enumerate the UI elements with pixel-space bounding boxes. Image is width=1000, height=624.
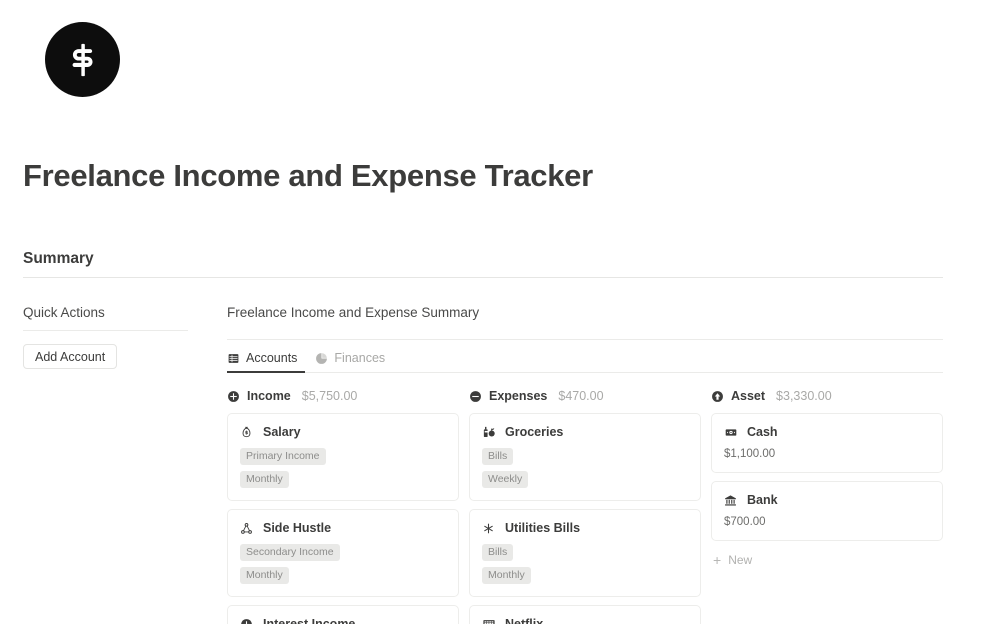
column-header: Expenses $470.00 [469,389,701,403]
plus-icon: + [713,552,722,568]
column-amount: $470.00 [558,389,604,403]
account-card[interactable]: Bank $700.00 [711,481,943,541]
column-amount: $5,750.00 [301,389,358,403]
account-card[interactable]: Groceries Bills Weekly [469,413,701,501]
tab-label: Accounts [246,351,298,365]
quick-actions-divider [23,330,188,331]
tag: Bills [482,544,514,561]
tag: Primary Income [240,448,326,465]
add-account-button[interactable]: Add Account [23,344,118,369]
tag: Bills [482,448,514,465]
bank-icon [724,494,739,507]
card-title-row: Cash [724,425,930,439]
card-title-row: Bank [724,493,930,507]
summary-heading: Summary [23,250,94,267]
dollar-circle-icon [45,22,120,97]
share-nodes-icon [240,522,255,535]
tag: Weekly [482,471,529,488]
tabs-rule [227,372,943,373]
card-title: Groceries [505,425,564,439]
card-title: Utilities Bills [505,521,581,535]
card-title-row: Netflix [482,617,688,624]
groceries-icon [482,425,497,439]
plus-circle-icon [227,390,240,403]
tv-icon [482,617,497,624]
card-title: Side Hustle [263,521,332,535]
card-title-row: Salary [240,425,446,439]
card-value: $700.00 [724,516,766,528]
column-asset: Asset $3,330.00 Cash $1,100.00 Bank $700.00 + N… [711,389,943,624]
account-card[interactable]: Side Hustle Secondary Income Monthly [227,509,459,597]
card-tags: Bills Weekly [482,448,688,488]
page-title: Freelance Income and Expense Tracker [23,158,593,193]
card-title: Salary [263,425,301,439]
account-columns: Income $5,750.00 Salary Primary Income Month… [227,373,943,624]
asterisk-icon [482,522,497,535]
app-page: Freelance Income and Expense Tracker Sum… [0,0,1000,624]
minus-circle-icon [469,390,482,403]
tab-finances[interactable]: Finances [315,351,385,373]
tag: Monthly [240,471,289,488]
tab-label: Finances [334,351,386,365]
card-title-row: Interest Income [240,617,446,624]
column-name: Asset [731,389,766,403]
board-title: Freelance Income and Expense Summary [227,305,480,320]
tab-accounts[interactable]: Accounts [227,351,297,373]
card-title: Cash [747,425,778,439]
card-tags: Bills Monthly [482,544,688,584]
card-value: $1,100.00 [724,448,776,460]
summary-divider [23,277,943,278]
table-icon [227,352,240,365]
column-name: Expenses [489,389,548,403]
money-bag-icon [240,425,255,439]
arrow-up-circle-icon [711,390,724,403]
column-header: Asset $3,330.00 [711,389,943,403]
tag: Secondary Income [240,544,340,561]
card-title-row: Utilities Bills [482,521,688,535]
column-amount: $3,330.00 [776,389,832,403]
card-title: Netflix [505,617,544,624]
card-tags: Primary Income Monthly [240,448,446,488]
card-title-row: Groceries [482,425,688,439]
board-tabs: Accounts Finances [227,340,943,373]
card-tags: Secondary Income Monthly [240,544,446,584]
account-card[interactable]: Utilities Bills Bills Monthly [469,509,701,597]
tag: Monthly [482,567,531,584]
card-title: Bank [747,493,778,507]
plus-circle-icon [240,618,255,624]
column-name: Income [247,389,291,403]
quick-actions-title: Quick Actions [23,305,105,320]
pie-chart-icon [315,352,328,365]
summary-board: Freelance Income and Expense Summary Acc… [227,305,943,624]
tag: Monthly [240,567,289,584]
account-card[interactable]: Interest Income [227,605,459,624]
logo-container [45,22,120,97]
new-label: New [728,553,753,567]
column-header: Income $5,750.00 [227,389,459,403]
account-card[interactable]: Salary Primary Income Monthly [227,413,459,501]
new-account-button[interactable]: + New [711,549,943,567]
account-card[interactable]: Netflix [469,605,701,624]
account-card[interactable]: Cash $1,100.00 [711,413,943,473]
banknote-icon [724,426,739,439]
card-title: Interest Income [263,617,356,624]
active-tab-indicator [227,371,305,373]
card-title-row: Side Hustle [240,521,446,535]
column-expenses: Expenses $470.00 Groceries Bills Weekly Utili… [469,389,701,624]
column-income: Income $5,750.00 Salary Primary Income Month… [227,389,459,624]
